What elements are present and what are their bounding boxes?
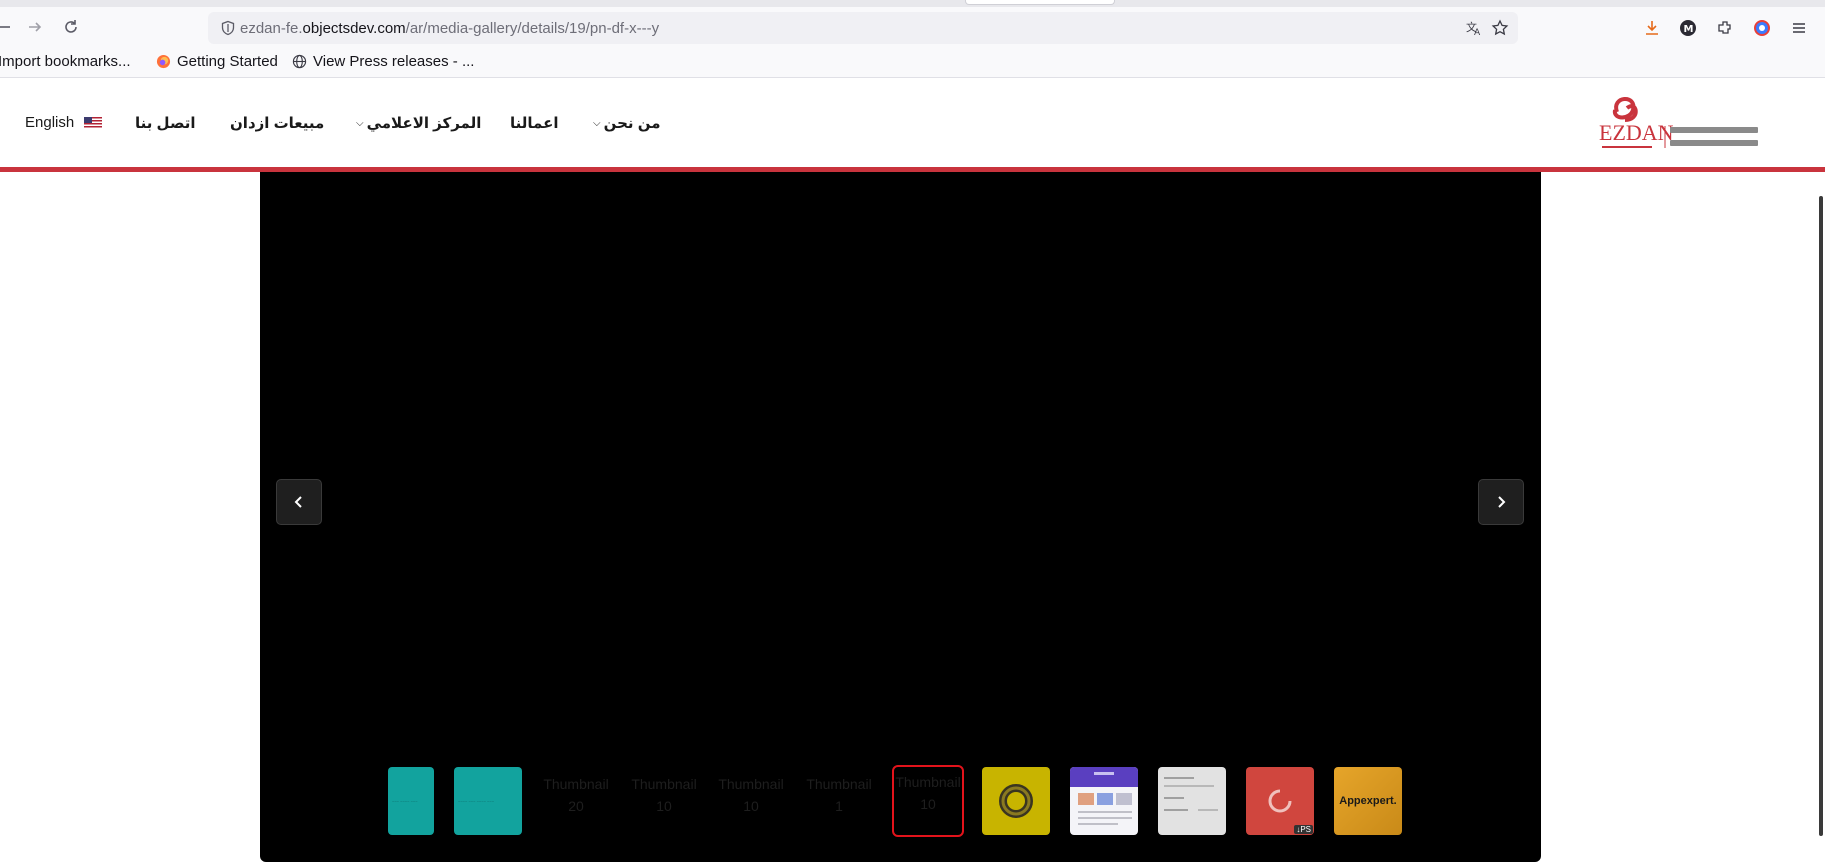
- chevron-left-icon: [294, 496, 302, 508]
- globe-icon: [292, 54, 307, 69]
- thumbnail-item[interactable]: [1158, 767, 1226, 835]
- page-scrollbar[interactable]: [1818, 172, 1825, 867]
- bookmark-label: View Press releases - ...: [313, 53, 475, 70]
- thumbnail-label: Thumbnail: [718, 776, 784, 792]
- nav-label: المركز الاعلامي: [366, 115, 482, 132]
- thumbnail-item[interactable]: Thumbnail 1: [805, 767, 873, 835]
- svg-text:A: A: [1474, 28, 1481, 37]
- thumbnail-item[interactable]: ~~~ ~~~~ ~~~: [388, 767, 434, 835]
- previous-button[interactable]: [276, 479, 322, 525]
- thumbnail-label: Thumbnail: [806, 776, 872, 792]
- webpage-preview-icon: [1070, 767, 1138, 825]
- language-switcher[interactable]: English: [25, 114, 103, 131]
- nav-label: اعمالنا: [510, 115, 559, 132]
- nav-label: اتصل بنا: [135, 115, 196, 132]
- chevron-right-icon: [1498, 496, 1506, 508]
- address-bar[interactable]: ezdan-fe.objectsdev.com/ar/media-gallery…: [208, 12, 1518, 44]
- nav-projects[interactable]: اعمالنا: [510, 114, 558, 132]
- thumbnail-item[interactable]: Appexpert.: [1334, 767, 1402, 835]
- active-tab-edge[interactable]: [965, 0, 1115, 5]
- thumbnail-label: Thumbnail: [631, 776, 697, 792]
- thumbnail-item-active[interactable]: Thumbnail 10: [892, 765, 964, 837]
- back-icon[interactable]: [0, 16, 16, 38]
- translate-icon[interactable]: 文A: [1465, 19, 1483, 38]
- nav-about[interactable]: ⌵ من نحن: [593, 114, 661, 132]
- nav-contact[interactable]: اتصل بنا: [135, 114, 196, 132]
- url-text[interactable]: ezdan-fe.objectsdev.com/ar/media-gallery…: [240, 20, 659, 37]
- ezdan-logo[interactable]: EZDAN: [1597, 90, 1762, 156]
- next-button[interactable]: [1478, 479, 1524, 525]
- nav-media-center[interactable]: ⌵ المركز الاعلامي: [356, 114, 481, 132]
- bookmark-getting-started[interactable]: Getting Started: [156, 53, 278, 70]
- thumbnail-number: 1: [835, 798, 843, 814]
- browser-extension-icon[interactable]: [1752, 18, 1772, 38]
- thumbnail-label: Appexpert.: [1339, 795, 1397, 807]
- loading-spinner-icon: [1268, 789, 1292, 813]
- us-flag-icon: [84, 117, 103, 128]
- thumbnail-item[interactable]: [1070, 767, 1138, 835]
- tab-strip: [0, 0, 1825, 7]
- forward-icon[interactable]: [24, 16, 46, 38]
- thumbnail-label: Thumbnail: [543, 776, 609, 792]
- bookmark-import[interactable]: Import bookmarks...: [0, 53, 131, 70]
- nav-sales[interactable]: مبيعات ازدان: [230, 114, 324, 132]
- firefox-icon: [156, 54, 171, 69]
- bookmark-press-releases[interactable]: View Press releases - ...: [292, 53, 474, 70]
- thumbnail-number: 10: [920, 796, 936, 812]
- bookmark-star-icon[interactable]: [1491, 19, 1509, 37]
- site-security-icon[interactable]: [220, 20, 236, 41]
- language-label: English: [25, 114, 75, 131]
- thumbnail-item[interactable]: Thumbnail 10: [717, 767, 785, 835]
- reload-icon[interactable]: [60, 16, 82, 38]
- browser-toolbar: ezdan-fe.objectsdev.com/ar/media-gallery…: [0, 0, 1825, 45]
- bookmarks-toolbar: Import bookmarks... Getting Started View…: [0, 45, 1825, 78]
- extensions-icon[interactable]: [1715, 18, 1735, 38]
- thumbnail-item[interactable]: [982, 767, 1050, 835]
- downloads-icon[interactable]: [1642, 18, 1662, 38]
- thumbnail-item[interactable]: ~~~~ ~~~ ~~~~ ~~~: [454, 767, 522, 835]
- thumbnail-item[interactable]: Thumbnail 20: [542, 767, 610, 835]
- bookmark-label: Getting Started: [177, 53, 278, 70]
- thumbnail-strip: ~~~ ~~~~ ~~~ ~~~~ ~~~ ~~~~ ~~~ Thumbnail…: [260, 765, 1541, 839]
- nav-label: من نحن: [603, 115, 661, 132]
- chevron-down-icon: ⌵: [356, 117, 364, 129]
- thumbnail-item[interactable]: Thumbnail 10: [630, 767, 698, 835]
- document-preview-icon: [1164, 777, 1218, 811]
- thumbnail-item[interactable]: ↓PS: [1246, 767, 1314, 835]
- svg-text:M: M: [1684, 24, 1694, 35]
- media-viewer[interactable]: ~~~ ~~~~ ~~~ ~~~~ ~~~ ~~~~ ~~~ Thumbnail…: [260, 172, 1541, 862]
- thumbnail-number: 10: [656, 798, 672, 814]
- thumbnail-number: 20: [568, 798, 584, 814]
- account-avatar-icon[interactable]: M: [1678, 18, 1698, 38]
- chevron-down-icon: ⌵: [593, 117, 601, 129]
- nav-label: مبيعات ازدان: [230, 115, 325, 132]
- svg-text:EZDAN: EZDAN: [1599, 120, 1674, 145]
- thumbnail-number: 10: [743, 798, 759, 814]
- site-header: English اتصل بنا مبيعات ازدان ⌵ المركز ا…: [0, 78, 1825, 172]
- bookmark-label: Import bookmarks...: [0, 53, 131, 70]
- thumbnail-label: Thumbnail: [895, 774, 961, 790]
- scrollbar-thumb[interactable]: [1819, 196, 1823, 836]
- thumbnail-badge: ↓PS: [1294, 825, 1313, 834]
- ring-graphic-icon: [999, 784, 1033, 818]
- menu-icon[interactable]: [1789, 18, 1809, 38]
